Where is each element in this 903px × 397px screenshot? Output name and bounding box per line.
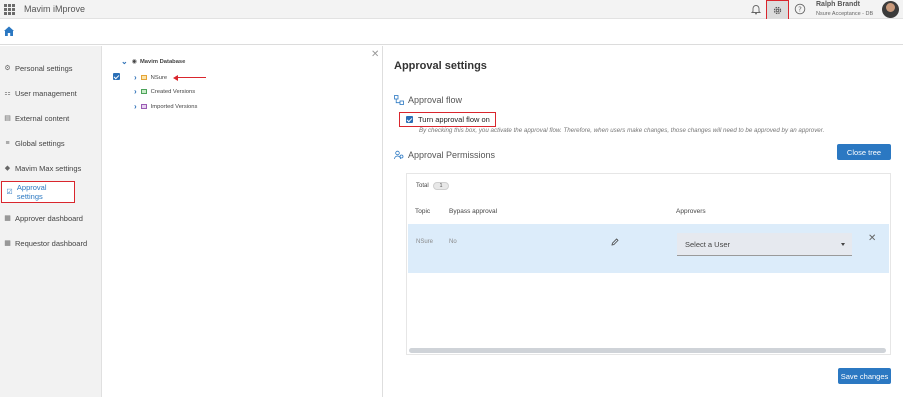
chevron-right-icon[interactable]: › (134, 102, 137, 111)
annotation-arrow (176, 77, 206, 78)
chevron-down-icon[interactable]: ⌄ (121, 57, 128, 66)
tree-root-label: Mavim Database (139, 58, 186, 65)
tree-node-created-versions[interactable]: › Created Versions (134, 87, 195, 96)
sidebar-item-global-settings[interactable]: ≡ Global settings (0, 132, 102, 154)
approval-icon: ☑ (6, 189, 13, 196)
section-title: Approval Permissions (408, 150, 496, 160)
remove-row-icon[interactable]: ✕ (868, 233, 876, 244)
help-icon[interactable]: ? (794, 3, 806, 15)
section-title: Approval flow (408, 95, 463, 105)
tree-node-checkbox[interactable] (113, 73, 120, 80)
import-icon (140, 104, 147, 109)
permissions-table: Total 1 Topic Bypass approval Approvers … (406, 173, 891, 355)
topic-cell: NSure (416, 239, 434, 245)
approver-select[interactable]: Select a User (677, 233, 852, 256)
versions-icon (140, 89, 147, 94)
sidebar-item-label: Requestor dashboard (15, 238, 88, 248)
toggle-label: Turn approval flow on (418, 115, 490, 124)
approval-permissions-heading: Approval Permissions (394, 150, 495, 160)
database-icon: ◉ (131, 59, 137, 65)
sidebar-item-label: Personal settings (15, 63, 73, 73)
sidebar-item-label: Global settings (15, 138, 65, 148)
sidebar-item-personal-settings[interactable]: ⚙ Personal settings (0, 57, 102, 79)
horizontal-scrollbar[interactable] (409, 348, 886, 353)
total-count-badge: 1 (433, 182, 449, 190)
person-icon: ⚙ (4, 65, 11, 72)
settings-button[interactable] (766, 0, 789, 21)
user-environment: Nsure Acceptance - DB (816, 11, 874, 17)
app-title: Mavim iMprove (24, 4, 86, 14)
settings-sidebar: ⚙ Personal settings ⚏ User management ▤ … (0, 46, 102, 397)
approval-flow-heading: Approval flow (394, 95, 462, 105)
approval-flow-toggle[interactable]: Turn approval flow on (399, 112, 496, 127)
users-icon: ⚏ (4, 90, 11, 97)
approval-flow-checkbox[interactable] (406, 116, 413, 123)
sidebar-item-label: Mavim Max settings (15, 163, 82, 173)
sidebar-item-user-management[interactable]: ⚏ User management (0, 82, 102, 104)
tree-node-nsure[interactable]: › NSure (134, 73, 167, 82)
avatar[interactable] (882, 1, 899, 18)
chevron-right-icon[interactable]: › (134, 87, 137, 96)
table-row[interactable]: NSure No Select a User ✕ (408, 224, 889, 273)
column-header-approvers: Approvers (676, 208, 706, 215)
sidebar-item-requestor-dashboard[interactable]: ▦ Requestor dashboard (0, 232, 102, 254)
column-header-bypass: Bypass approval (449, 208, 498, 215)
sidebar-item-label: External content (15, 113, 70, 123)
column-header-topic: Topic (415, 208, 431, 215)
chevron-right-icon[interactable]: › (134, 73, 137, 82)
max-icon: ◆ (4, 165, 11, 172)
flow-icon (394, 95, 404, 105)
sidebar-item-label: User management (15, 88, 77, 98)
approval-flow-description: By checking this box, you activate the a… (419, 127, 825, 134)
app-launcher-icon[interactable] (4, 4, 15, 15)
sidebar-item-approval-settings[interactable]: ☑ Approval settings (1, 181, 75, 203)
sub-bar (0, 19, 903, 45)
annotation-arrow-head (173, 74, 178, 81)
close-tree-button[interactable]: Close tree (837, 144, 891, 160)
select-placeholder: Select a User (685, 239, 731, 249)
close-icon[interactable]: ✕ (371, 49, 379, 60)
sidebar-item-external-content[interactable]: ▤ External content (0, 107, 102, 129)
tree-node-label: Created Versions (150, 88, 196, 95)
sidebar-item-label: Approval settings (16, 183, 47, 201)
tree-root[interactable]: ⌄ ◉ Mavim Database (121, 57, 185, 66)
content-icon: ▤ (4, 115, 11, 122)
sidebar-item-label: Approver dashboard (15, 213, 83, 223)
home-icon[interactable] (3, 25, 15, 37)
bypass-cell: No (449, 239, 457, 245)
folder-icon (140, 75, 147, 80)
dashboard-icon: ▦ (4, 215, 11, 222)
approval-settings-panel: Approval settings Approval flow Turn app… (384, 46, 903, 397)
edit-icon[interactable] (611, 238, 619, 246)
bell-icon[interactable] (750, 3, 762, 15)
tree-node-label: Imported Versions (150, 103, 198, 110)
gear-icon (773, 6, 782, 15)
permissions-icon (394, 150, 404, 160)
top-bar: Mavim iMprove ? Ralph Brandt Nsure Accep… (0, 0, 903, 21)
database-tree-panel: ✕ ⌄ ◉ Mavim Database › NSure › Created V… (103, 46, 383, 397)
tree-node-label: NSure (150, 74, 168, 81)
total-label: Total (416, 183, 429, 189)
tree-node-imported-versions[interactable]: › Imported Versions (134, 102, 197, 111)
sidebar-item-mavim-max-settings[interactable]: ◆ Mavim Max settings (0, 157, 102, 179)
chevron-down-icon (841, 243, 845, 246)
save-changes-button[interactable]: Save changes (838, 368, 891, 384)
page-title: Approval settings (394, 60, 487, 72)
user-name: Ralph Brandt (816, 1, 860, 8)
sliders-icon: ≡ (5, 139, 10, 147)
dashboard-icon: ▦ (4, 240, 11, 247)
svg-text:?: ? (798, 6, 802, 14)
sidebar-item-approver-dashboard[interactable]: ▦ Approver dashboard (0, 207, 102, 229)
